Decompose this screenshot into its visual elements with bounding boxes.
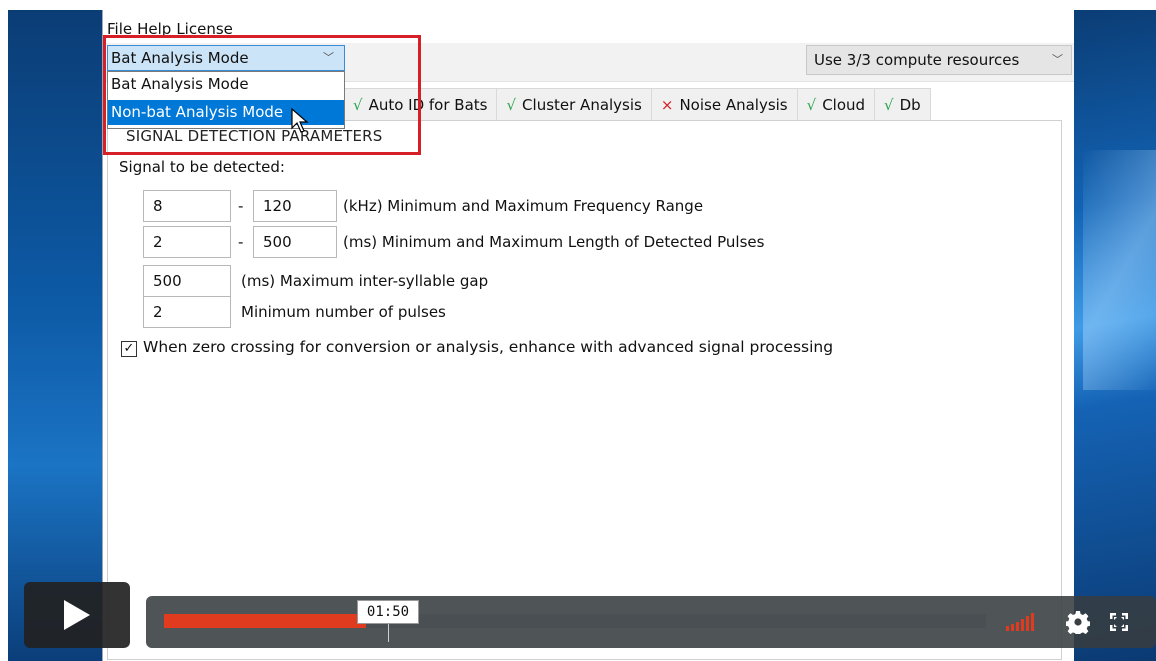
- tab-label: Auto ID for Bats: [368, 96, 488, 114]
- mode-dropdown-list: Bat Analysis Mode Non-bat Analysis Mode: [107, 71, 345, 129]
- desktop-background-left: [8, 10, 102, 661]
- menu-help[interactable]: Help: [137, 20, 171, 38]
- tab-label: Noise Analysis: [679, 96, 788, 114]
- desktop-background-right: [1073, 10, 1156, 661]
- advanced-processing-checkbox[interactable]: ✓: [121, 341, 137, 357]
- progress-fill: [164, 614, 367, 628]
- play-button[interactable]: [24, 582, 130, 648]
- min-frequency-input[interactable]: 8: [143, 190, 231, 222]
- group-title: SIGNAL DETECTION PARAMETERS: [123, 127, 386, 145]
- chevron-down-icon: ﹀: [1052, 53, 1063, 66]
- max-gap-label: (ms) Maximum inter-syllable gap: [241, 272, 489, 290]
- video-controls: 01:50: [146, 596, 1156, 648]
- check-icon: √: [506, 96, 517, 114]
- app-window: File Help License Bat Analysis Mode ﹀ Bat …: [102, 10, 1074, 661]
- mouse-cursor-icon: [291, 108, 309, 133]
- min-length-input[interactable]: 2: [143, 226, 231, 258]
- gear-icon[interactable]: [1066, 610, 1090, 634]
- check-icon: √: [353, 96, 363, 114]
- play-icon: [64, 600, 90, 630]
- min-pulses-label: Minimum number of pulses: [241, 303, 446, 321]
- chevron-down-icon: ﹀: [323, 51, 334, 64]
- video-frame[interactable]: File Help License Bat Analysis Mode ﹀ Bat …: [8, 10, 1156, 661]
- tab-strip: √ Auto ID for Bats √ Cluster Analysis × Noi…: [343, 88, 931, 121]
- progress-track[interactable]: 01:50: [164, 600, 986, 642]
- range-dash: -: [238, 197, 244, 215]
- check-icon: √: [806, 96, 817, 114]
- time-tooltip: 01:50: [357, 600, 419, 642]
- frequency-range-label: (kHz) Minimum and Maximum Frequency Rang…: [343, 197, 704, 215]
- min-pulses-input[interactable]: 2: [143, 296, 231, 328]
- cross-icon: ×: [660, 96, 674, 114]
- tab-noise-analysis[interactable]: × Noise Analysis: [650, 88, 798, 121]
- tab-auto-id-for-bats[interactable]: √ Auto ID for Bats: [343, 88, 498, 121]
- menu-file[interactable]: File: [107, 20, 132, 38]
- tab-db[interactable]: √ Db: [874, 88, 931, 121]
- tab-label: Cloud: [822, 96, 866, 114]
- tab-cloud[interactable]: √ Cloud: [796, 88, 876, 121]
- signal-label: Signal to be detected:: [119, 158, 285, 176]
- max-frequency-input[interactable]: 120: [253, 190, 337, 222]
- fullscreen-icon[interactable]: [1109, 612, 1129, 632]
- tab-label: Db: [899, 96, 921, 114]
- advanced-processing-label: When zero crossing for conversion or ana…: [143, 338, 834, 356]
- compute-resources-dropdown[interactable]: Use 3/3 compute resources ﹀: [806, 45, 1072, 75]
- pulse-length-label: (ms) Minimum and Maximum Length of Detec…: [343, 233, 765, 251]
- menu-license[interactable]: License: [176, 20, 233, 38]
- menu-bar: File Help License: [107, 20, 238, 40]
- mode-dropdown[interactable]: Bat Analysis Mode ﹀: [107, 45, 345, 71]
- mode-dropdown-value: Bat Analysis Mode: [111, 49, 249, 67]
- volume-icon[interactable]: [1006, 612, 1042, 632]
- option-bat-analysis-mode[interactable]: Bat Analysis Mode: [108, 72, 344, 97]
- check-icon: √: [884, 96, 894, 114]
- tab-label: Cluster Analysis: [522, 96, 642, 114]
- range-dash: -: [238, 233, 244, 251]
- max-length-input[interactable]: 500: [253, 226, 337, 258]
- max-gap-input[interactable]: 500: [143, 265, 231, 297]
- tab-cluster-analysis[interactable]: √ Cluster Analysis: [496, 88, 652, 121]
- compute-resources-value: Use 3/3 compute resources: [814, 51, 1020, 69]
